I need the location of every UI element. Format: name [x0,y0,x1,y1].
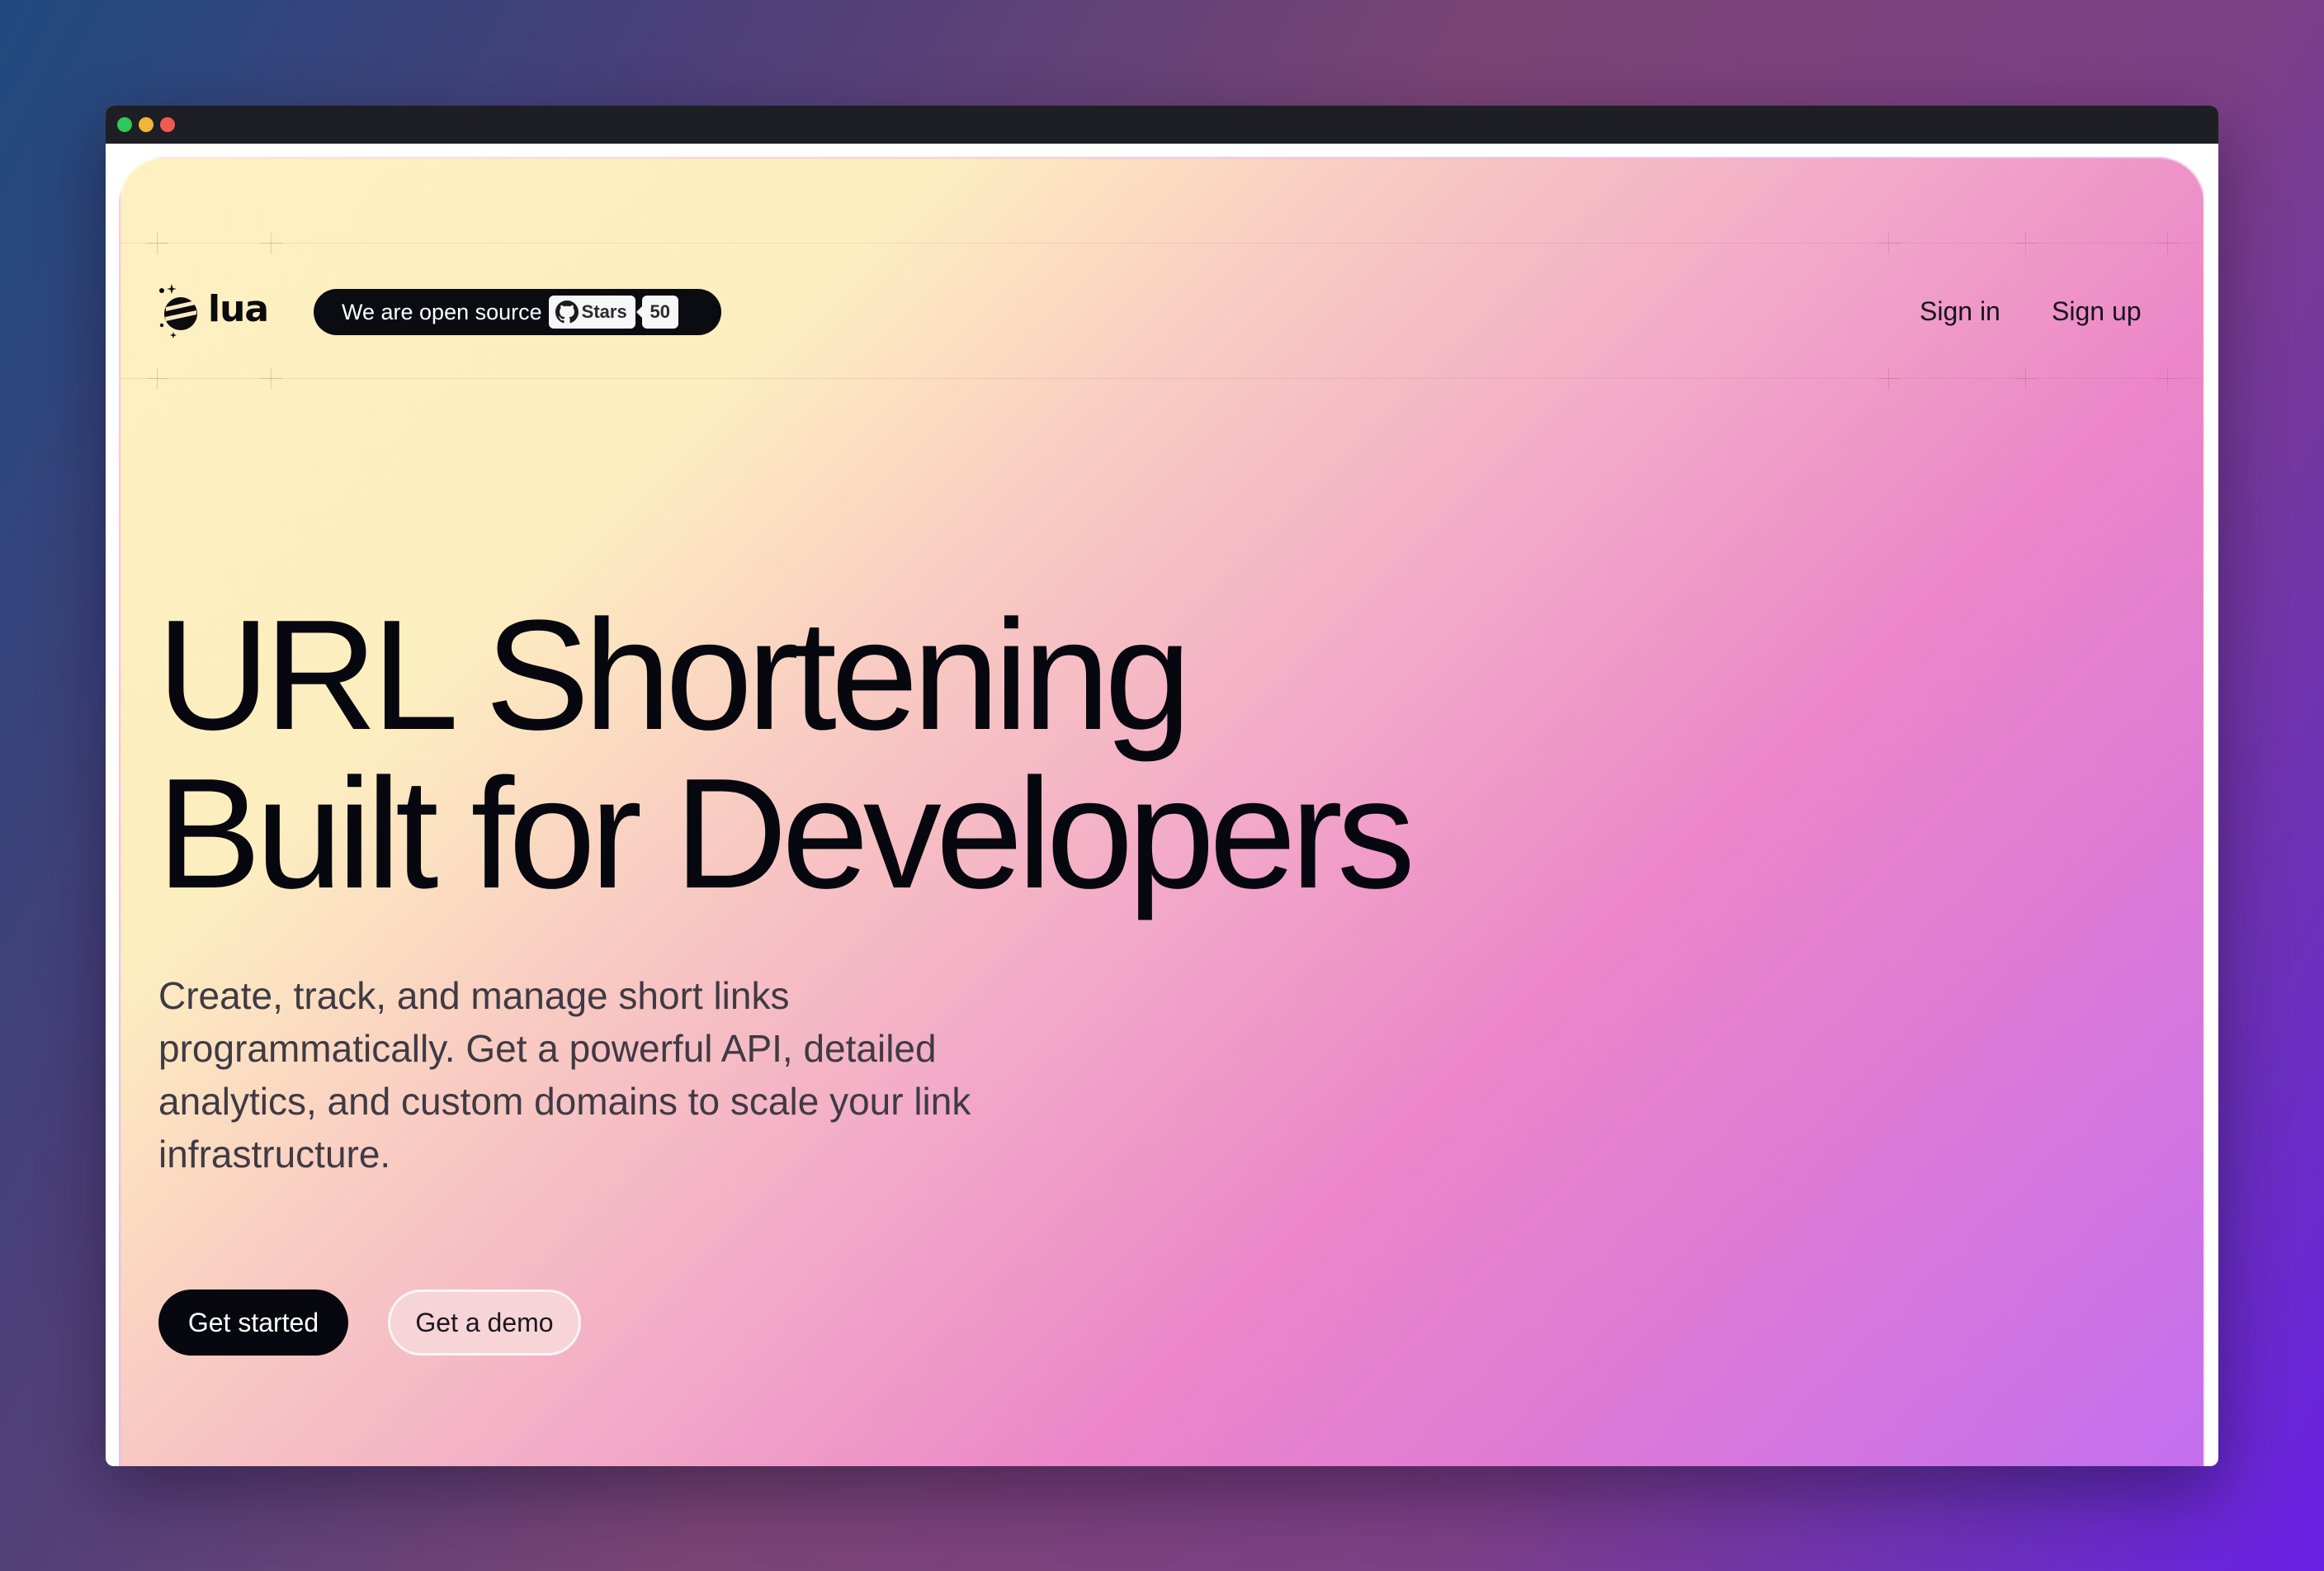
guide-cross-decoration [2157,368,2179,390]
guide-cross-decoration [147,233,168,254]
open-source-text: We are open source [342,299,542,324]
browser-window: lua We are open source Stars 50 Sign in … [106,106,2218,1466]
github-icon [555,300,579,324]
guide-cross-decoration [1878,368,1900,390]
guide-cross-decoration [2157,233,2179,254]
window-close-button[interactable] [160,117,175,132]
hero-panel: lua We are open source Stars 50 Sign in … [119,157,2205,1466]
lua-logo[interactable]: lua [157,282,269,340]
window-minimize-button[interactable] [139,117,154,132]
open-source-badge[interactable]: We are open source Stars 50 [314,289,721,335]
window-titlebar [106,106,2218,144]
logo-wordmark: lua [208,287,269,330]
stars-label: Stars [581,301,627,322]
guide-cross-decoration [1878,233,1900,254]
stars-count[interactable]: 50 [635,296,678,329]
guide-cross-decoration [261,233,282,254]
sign-up-link[interactable]: Sign up [2052,291,2142,332]
headline-line-2: Built for Developers [157,746,1415,921]
guide-cross-decoration [147,368,168,390]
get-a-demo-button[interactable]: Get a demo [388,1289,581,1356]
hero-subtitle: Create, track, and manage short links pr… [158,974,971,1176]
sign-in-link[interactable]: Sign in [1920,291,2000,332]
guide-cross-decoration [261,368,282,390]
hero-headline: URL Shortening Built for Developers [157,588,1415,921]
guide-cross-decoration [2015,368,2037,390]
headline-line-1: URL Shortening [157,588,1192,763]
guide-cross-decoration [2015,233,2037,254]
planet-logo-icon [159,284,197,338]
window-maximize-button[interactable] [117,117,132,132]
github-stars-button[interactable]: Stars [548,296,635,329]
get-started-button[interactable]: Get started [158,1289,348,1356]
page-viewport: lua We are open source Stars 50 Sign in … [106,144,2218,1466]
